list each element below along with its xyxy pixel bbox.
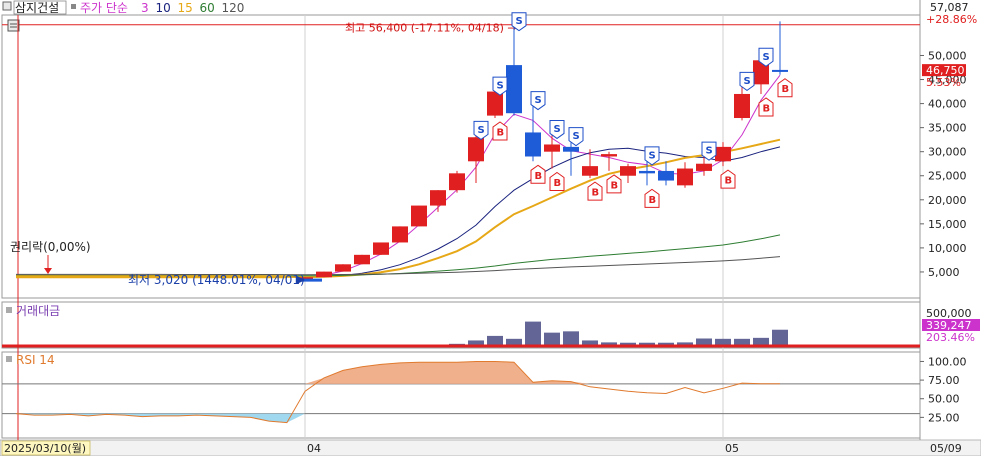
price-y-tick-label: 50,000 (928, 49, 967, 62)
candle-body (677, 168, 693, 186)
price-y-tick-label: 5,000 (928, 266, 960, 279)
ma-legend-item[interactable]: 15 (178, 1, 193, 15)
volume-bar (468, 340, 484, 345)
candle-body (354, 254, 370, 265)
candle-body (392, 226, 408, 243)
volume-bar (772, 329, 788, 345)
start-date-label: 2025/03/10(월) (4, 442, 86, 455)
rsi-y-tick-label: 75.00 (928, 374, 960, 387)
legend-marker-icon (71, 4, 76, 9)
candle-body (639, 170, 655, 174)
last-change: +28.86% (926, 13, 977, 26)
marker-label: B (782, 84, 790, 95)
candle-body (525, 132, 541, 157)
candle-body (544, 144, 560, 152)
price-y-tick-label: 25,000 (928, 170, 967, 183)
marker-label: B (535, 171, 543, 182)
candle-body (715, 146, 731, 162)
panel-menu-icon[interactable] (2, 1, 12, 11)
volume-bar (582, 340, 598, 345)
ma-legend-item[interactable]: 3 (141, 1, 149, 15)
volume-bar (563, 331, 579, 345)
volume-panel-icon[interactable] (6, 307, 12, 313)
current-price-change: 5.53% (926, 76, 961, 89)
candle-body (772, 69, 788, 72)
marker-label: B (497, 128, 505, 139)
marker-label: S (478, 125, 485, 136)
rsi-title: RSI 14 (16, 353, 55, 367)
legend-row (0, 0, 920, 15)
candle-body (449, 173, 465, 191)
volume-bar (734, 338, 750, 345)
marker-label: S (744, 76, 751, 87)
candle-body (316, 271, 332, 278)
stock-chart[interactable]: 삼지건설 주가 단순 3 10 15 60 120 57,087 +28.86% 50,… (0, 0, 981, 456)
price-y-tick-label: 15,000 (928, 218, 967, 231)
ma-legend-prefix: 주가 단순 (80, 1, 128, 15)
volume-current-pct: 203.46% (926, 331, 975, 344)
marker-label: S (535, 95, 542, 106)
candle-body (582, 166, 598, 176)
volume-bar (525, 321, 541, 345)
x-axis-bar (0, 439, 981, 456)
rights-annotation: 권리락(0,00%) (10, 240, 91, 254)
marker-label: S (706, 146, 713, 157)
marker-label: S (497, 81, 504, 92)
price-y-tick-label: 40,000 (928, 98, 967, 111)
marker-label: B (763, 103, 771, 114)
rsi-panel-icon[interactable] (6, 356, 12, 362)
price-panel-settings-icon[interactable] (7, 19, 20, 32)
candle-body (411, 205, 427, 227)
end-date-label: 05/09 (930, 442, 962, 455)
rsi-y-tick-label: 50.00 (928, 393, 960, 406)
ma-legend-item[interactable]: 10 (156, 1, 171, 15)
price-y-tick-label: 30,000 (928, 146, 967, 159)
marker-label: B (554, 178, 562, 189)
ma-legend-item[interactable]: 60 (200, 1, 215, 15)
price-y-tick-label: 20,000 (928, 194, 967, 207)
candle-body (658, 170, 674, 181)
marker-label: B (592, 188, 600, 199)
price-panel-frame (1, 14, 921, 299)
candle-body (563, 146, 579, 152)
ma-legend-item[interactable]: 120 (222, 1, 245, 15)
ma-legend: 3 10 15 60 120 (141, 1, 244, 15)
volume-bar (715, 338, 731, 345)
stock-name: 삼지건설 (15, 1, 59, 15)
candle-body (696, 163, 712, 171)
candle-body (430, 190, 446, 206)
marker-label: S (763, 52, 770, 63)
x-axis-label: 04 (307, 442, 321, 455)
candle-body (620, 166, 636, 176)
volume-bar (753, 337, 769, 345)
marker-label: B (611, 180, 619, 191)
price-y-tick-label: 35,000 (928, 122, 967, 135)
volume-bar (696, 338, 712, 345)
marker-label: S (649, 150, 656, 161)
low-annotation: 최저 3,020 (1448.01%, 04/01) (128, 273, 305, 287)
rsi-y-tick-label: 25.00 (928, 411, 960, 424)
candle-body (506, 65, 522, 114)
marker-label: S (554, 124, 561, 135)
x-axis-label: 05 (725, 442, 739, 455)
volume-bar (487, 335, 503, 345)
candle-body (373, 242, 389, 255)
rsi-y-tick-label: 100.00 (928, 355, 967, 368)
candle-body (468, 137, 484, 162)
price-y-tick-label: 10,000 (928, 242, 967, 255)
candle-body (601, 154, 617, 157)
marker-label: S (573, 131, 580, 142)
marker-label: S (516, 16, 523, 27)
high-annotation: 최고 56,400 (-17.11%, 04/18) → (345, 22, 517, 35)
candle-body (335, 264, 351, 272)
volume-title: 거래대금 (16, 304, 60, 318)
marker-label: B (649, 195, 657, 206)
marker-label: B (725, 176, 733, 187)
volume-bar (506, 338, 522, 345)
candle-body (734, 93, 750, 119)
volume-bar (544, 332, 560, 345)
